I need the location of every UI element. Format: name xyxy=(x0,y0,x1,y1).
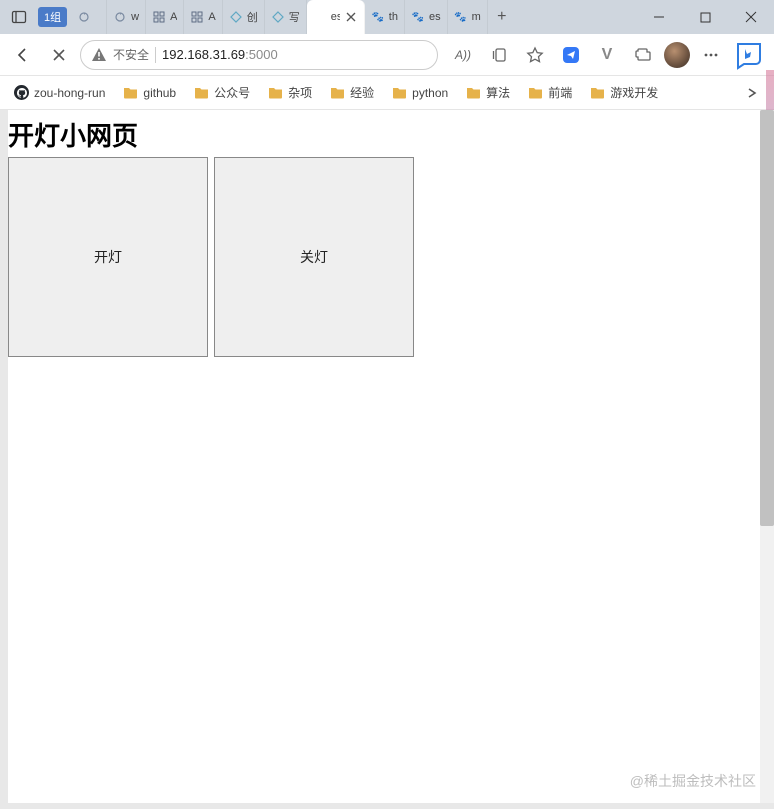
bookmark-qianduan[interactable]: 前端 xyxy=(522,80,578,105)
bookmark-github[interactable]: github xyxy=(117,81,182,104)
refresh-icon xyxy=(113,10,127,24)
bookmark-label: 游戏开发 xyxy=(610,84,658,101)
url-host: 192.168.31.69 xyxy=(162,47,245,62)
tab-label: m xyxy=(472,11,481,23)
security-label: 不安全 xyxy=(113,46,149,63)
url-text: 192.168.31.69:5000 xyxy=(162,47,278,62)
bookmark-label: 公众号 xyxy=(214,84,250,101)
bookmark-gongzhonghao[interactable]: 公众号 xyxy=(188,80,256,105)
tab-8[interactable]: 🐾 es xyxy=(405,0,448,34)
bookmark-zou-hong-run[interactable]: zou-hong-run xyxy=(8,81,111,104)
address-bar[interactable]: 不安全 192.168.31.69:5000 xyxy=(80,40,438,70)
tab-label: 写 xyxy=(289,9,300,25)
titlebar: 1组 w A A 创 写 es � xyxy=(0,0,774,34)
tab-9[interactable]: 🐾 m xyxy=(448,0,488,34)
tab-3[interactable]: A xyxy=(184,0,222,34)
tab-label: th xyxy=(389,11,398,23)
folder-icon xyxy=(590,85,605,100)
separator xyxy=(155,47,156,63)
page-heading: 开灯小网页 xyxy=(8,116,768,153)
stop-button[interactable] xyxy=(44,40,74,70)
page-content: 开灯小网页 开灯 关灯 xyxy=(8,116,768,357)
favorite-button[interactable] xyxy=(520,40,550,70)
folder-icon xyxy=(466,85,481,100)
button-row: 开灯 关灯 xyxy=(8,157,768,357)
bookmarks-bar: zou-hong-run github 公众号 杂项 经验 python 算法 … xyxy=(0,76,774,110)
toolbar: 不安全 192.168.31.69:5000 A)) V xyxy=(0,34,774,76)
tab-label: w xyxy=(131,11,139,23)
profile-avatar[interactable] xyxy=(664,42,690,68)
folder-icon xyxy=(330,85,345,100)
tab-1[interactable]: w xyxy=(107,0,146,34)
ext-v-button[interactable]: V xyxy=(592,40,622,70)
grid-icon xyxy=(152,10,166,24)
watermark-text: @稀土掘金技术社区 xyxy=(630,771,756,791)
tab-label: A xyxy=(208,11,215,23)
toolbar-actions: A)) V xyxy=(448,38,766,72)
folder-icon xyxy=(123,85,138,100)
back-button[interactable] xyxy=(8,40,38,70)
scrollbar-thumb[interactable] xyxy=(760,110,774,526)
page-viewport: 开灯小网页 开灯 关灯 xyxy=(8,110,768,803)
close-window-button[interactable] xyxy=(728,0,774,34)
bookmark-jingyan[interactable]: 经验 xyxy=(324,80,380,105)
blank-favicon xyxy=(313,10,327,24)
bookmark-label: zou-hong-run xyxy=(34,86,105,100)
tab-6-active[interactable]: es xyxy=(307,0,365,34)
folder-icon xyxy=(392,85,407,100)
vertical-scrollbar[interactable] xyxy=(760,110,774,803)
paw-icon: 🐾 xyxy=(371,10,385,24)
tabstrip: w A A 创 写 es 🐾 th 🐾 es xyxy=(71,0,636,34)
extensions-button[interactable] xyxy=(628,40,658,70)
tab-2[interactable]: A xyxy=(146,0,184,34)
bing-chat-button[interactable] xyxy=(732,38,766,72)
bookmark-label: 杂项 xyxy=(288,84,312,101)
more-menu-button[interactable] xyxy=(696,40,726,70)
github-icon xyxy=(14,85,29,100)
bookmark-suanfa[interactable]: 算法 xyxy=(460,80,516,105)
bookmarks-overflow-button[interactable] xyxy=(738,79,766,107)
bookmark-youxikaifa[interactable]: 游戏开发 xyxy=(584,80,664,105)
reader-mode-button[interactable]: A)) xyxy=(448,40,478,70)
turn-on-button[interactable]: 开灯 xyxy=(8,157,208,357)
bookmark-label: 算法 xyxy=(486,84,510,101)
window-controls xyxy=(636,0,774,34)
grid-icon xyxy=(190,10,204,24)
tab-group-label[interactable]: 1组 xyxy=(38,7,67,27)
minimize-button[interactable] xyxy=(636,0,682,34)
bookmark-label: python xyxy=(412,86,448,100)
tab-label: es xyxy=(429,11,441,23)
tab-4[interactable]: 创 xyxy=(223,0,265,34)
bookmark-label: 前端 xyxy=(548,84,572,101)
collections-button[interactable] xyxy=(484,40,514,70)
bookmark-python[interactable]: python xyxy=(386,81,454,104)
new-tab-button[interactable]: + xyxy=(488,0,516,34)
not-secure-icon xyxy=(91,47,107,63)
tab-7[interactable]: 🐾 th xyxy=(365,0,405,34)
ext-send-button[interactable] xyxy=(556,40,586,70)
paw-icon: 🐾 xyxy=(411,10,425,24)
tab-label: 创 xyxy=(247,9,258,25)
paw-icon: 🐾 xyxy=(454,10,468,24)
tab-5[interactable]: 写 xyxy=(265,0,307,34)
tab-0[interactable] xyxy=(71,0,107,34)
url-port: :5000 xyxy=(245,47,278,62)
folder-icon xyxy=(194,85,209,100)
close-tab-icon[interactable] xyxy=(344,10,358,24)
bookmark-label: 经验 xyxy=(350,84,374,101)
folder-icon xyxy=(268,85,283,100)
maximize-button[interactable] xyxy=(682,0,728,34)
diamond-icon xyxy=(271,10,285,24)
folder-icon xyxy=(528,85,543,100)
tab-actions-icon[interactable] xyxy=(4,0,34,34)
diamond-icon xyxy=(229,10,243,24)
tab-label: es xyxy=(331,11,340,23)
bookmark-label: github xyxy=(143,86,176,100)
bookmark-zaxiang[interactable]: 杂项 xyxy=(262,80,318,105)
refresh-icon xyxy=(77,10,91,24)
tab-label: A xyxy=(170,11,177,23)
turn-off-button[interactable]: 关灯 xyxy=(214,157,414,357)
